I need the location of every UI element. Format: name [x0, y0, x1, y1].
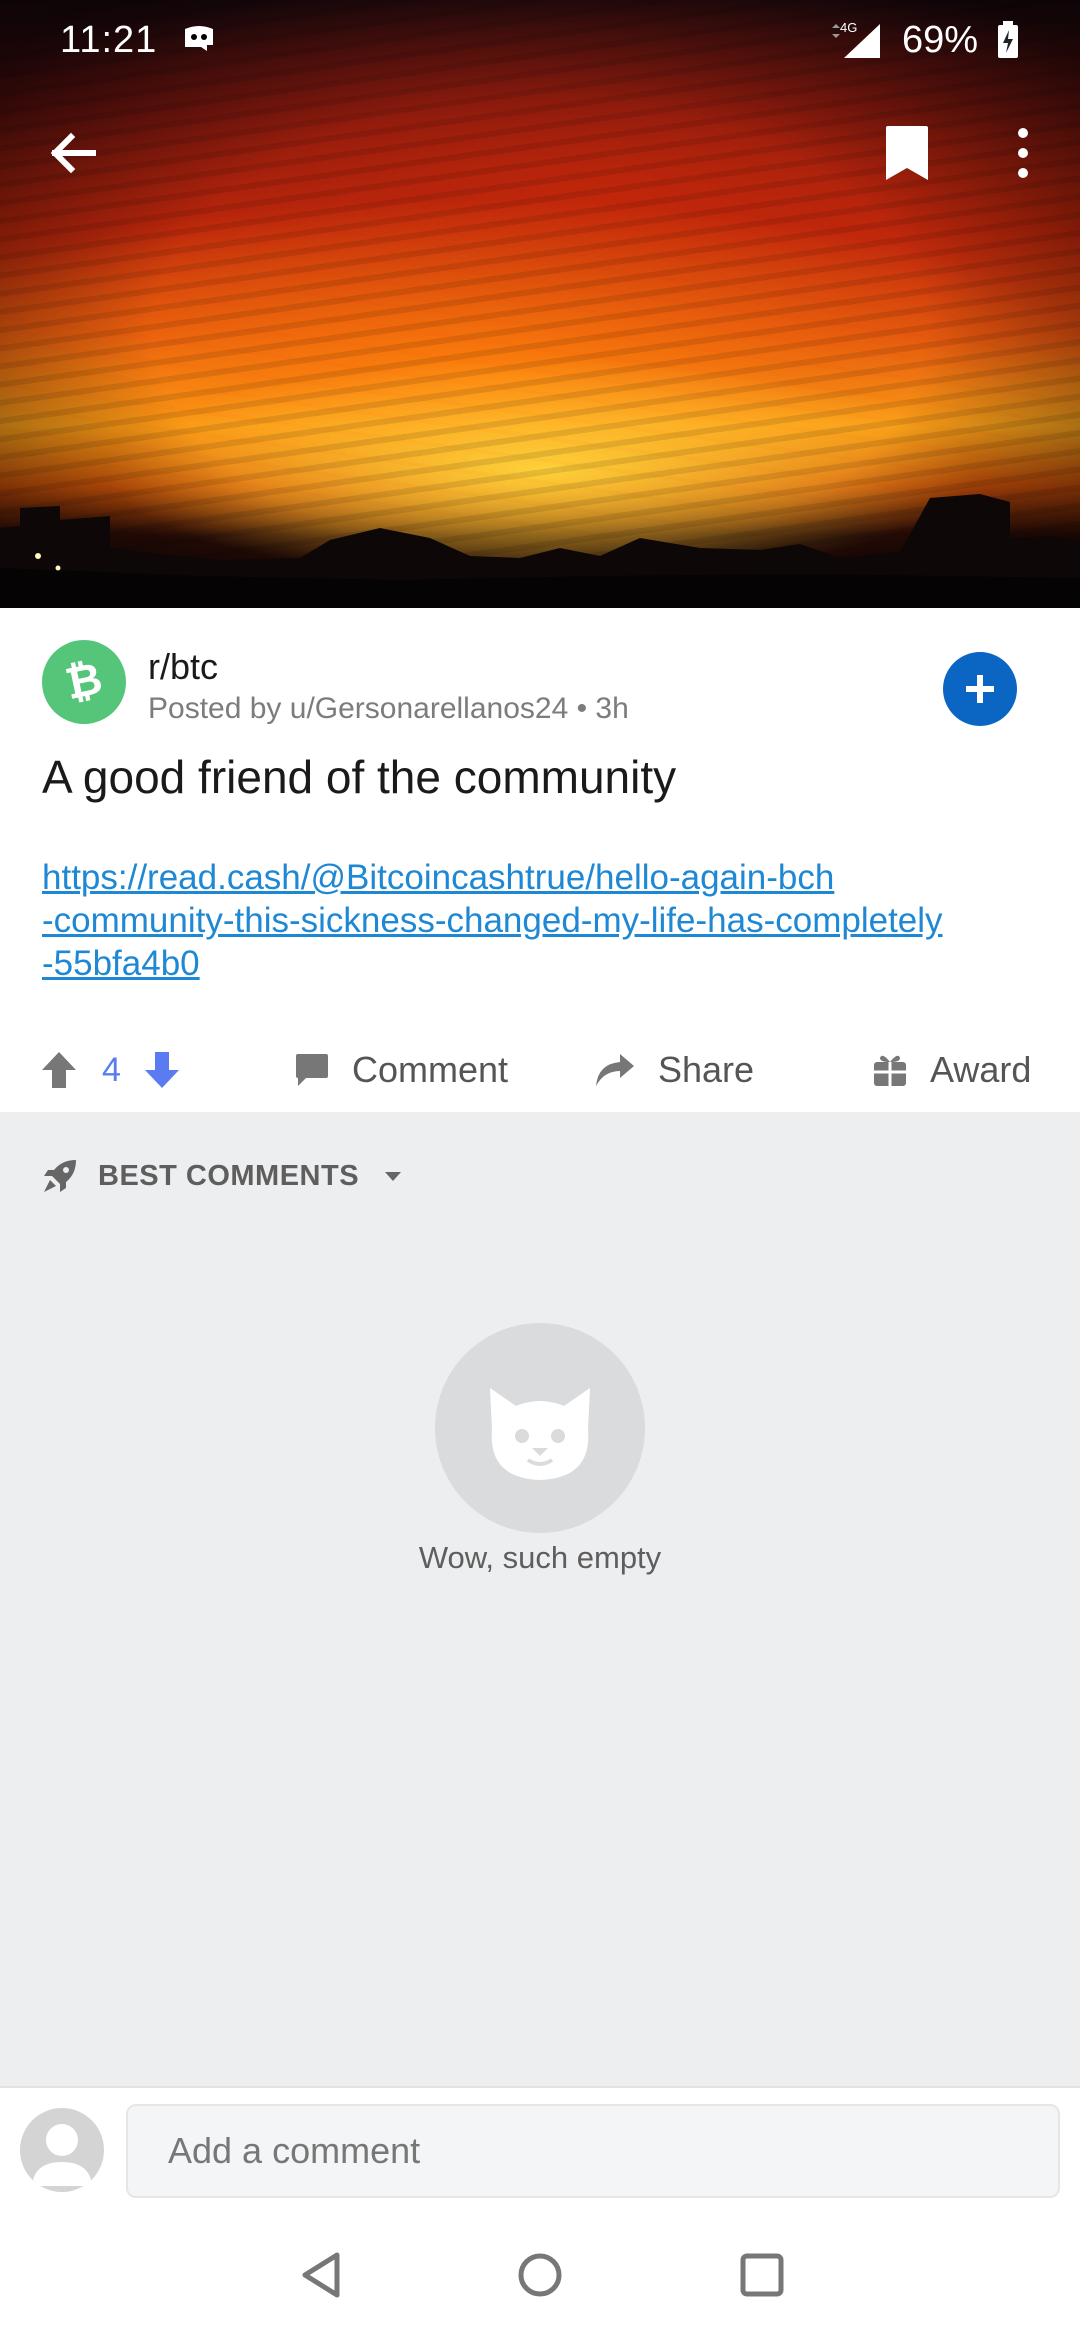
upvote-icon[interactable]	[40, 1050, 78, 1090]
subreddit-avatar[interactable]: ₿	[42, 640, 126, 724]
back-button[interactable]	[38, 118, 108, 188]
nav-back-button[interactable]	[286, 2240, 356, 2310]
status-bar: 11:21 4G 69%	[0, 0, 1080, 80]
more-vertical-icon	[1018, 128, 1028, 178]
award-button[interactable]: Award	[872, 1049, 1031, 1091]
nav-recents-button[interactable]	[727, 2240, 797, 2310]
award-label: Award	[930, 1049, 1032, 1090]
post-link[interactable]: https://read.cash/@Bitcoincashtrue/hello…	[42, 856, 1042, 985]
comment-input[interactable]	[126, 2104, 1060, 2198]
signal-icon: 4G	[831, 20, 880, 58]
user-icon	[32, 2124, 92, 2186]
post-header-image: 11:21 4G 69%	[0, 0, 1080, 608]
svg-text:4G: 4G	[840, 20, 857, 35]
post-link-line[interactable]: -community-this-sickness-changed-my-life…	[42, 899, 1042, 942]
svg-text:₿: ₿	[61, 654, 107, 710]
comment-icon	[296, 1054, 328, 1086]
save-post-button[interactable]	[872, 118, 942, 188]
chevron-down-icon	[385, 1172, 402, 1181]
bookmark-icon	[886, 126, 928, 180]
snoo-cat-icon	[490, 1388, 590, 1480]
battery-percent: 69%	[901, 18, 978, 61]
empty-state-avatar	[435, 1323, 645, 1533]
vote-count: 4	[102, 1050, 121, 1089]
system-nav-bar	[0, 2210, 1080, 2340]
comment-sort-selector[interactable]: BEST COMMENTS	[42, 1158, 413, 1194]
subreddit-name[interactable]: r/btc	[148, 646, 218, 688]
rocket-icon	[44, 1160, 76, 1192]
post-link-line[interactable]: -55bfa4b0	[42, 942, 1042, 985]
post-card: ₿ r/btc Posted by u/Gersonarellanos24 • …	[0, 608, 1080, 1112]
status-time: 11:21	[60, 18, 158, 61]
share-label: Share	[658, 1049, 755, 1090]
bitcoin-cash-icon: ₿	[61, 654, 107, 710]
gift-icon	[874, 1055, 906, 1086]
post-actions: 4 Comment Share Award	[0, 1028, 1080, 1112]
sort-label: BEST COMMENTS	[98, 1159, 360, 1192]
post-title: A good friend of the community	[42, 751, 677, 803]
post-link-line[interactable]: https://read.cash/@Bitcoincashtrue/hello…	[42, 856, 1042, 899]
share-button[interactable]: Share	[594, 1049, 754, 1091]
back-arrow-icon	[50, 132, 96, 174]
share-icon	[596, 1054, 634, 1086]
comment-button[interactable]: Comment	[294, 1049, 508, 1091]
city-skyline-silhouette	[0, 494, 1080, 608]
empty-state-text: Wow, such empty	[418, 1540, 662, 1575]
vote-controls: 4	[40, 1050, 181, 1090]
join-subreddit-button[interactable]	[943, 652, 1017, 726]
downvote-icon[interactable]	[143, 1050, 181, 1090]
user-avatar[interactable]	[20, 2108, 104, 2192]
comment-label: Comment	[352, 1049, 509, 1090]
circle-home-icon	[518, 2253, 562, 2297]
battery-charging-icon	[998, 21, 1018, 58]
more-options-button[interactable]	[988, 118, 1058, 188]
ghost-icon	[185, 26, 214, 51]
status-indicators: 4G 69%	[828, 19, 1020, 62]
triangle-back-icon	[302, 2252, 340, 2298]
plus-icon	[966, 675, 994, 703]
nav-home-button[interactable]	[505, 2240, 575, 2310]
square-recents-icon	[740, 2253, 784, 2297]
post-meta: Posted by u/Gersonarellanos24 • 3h	[148, 692, 629, 725]
comment-composer	[0, 2086, 1080, 2210]
